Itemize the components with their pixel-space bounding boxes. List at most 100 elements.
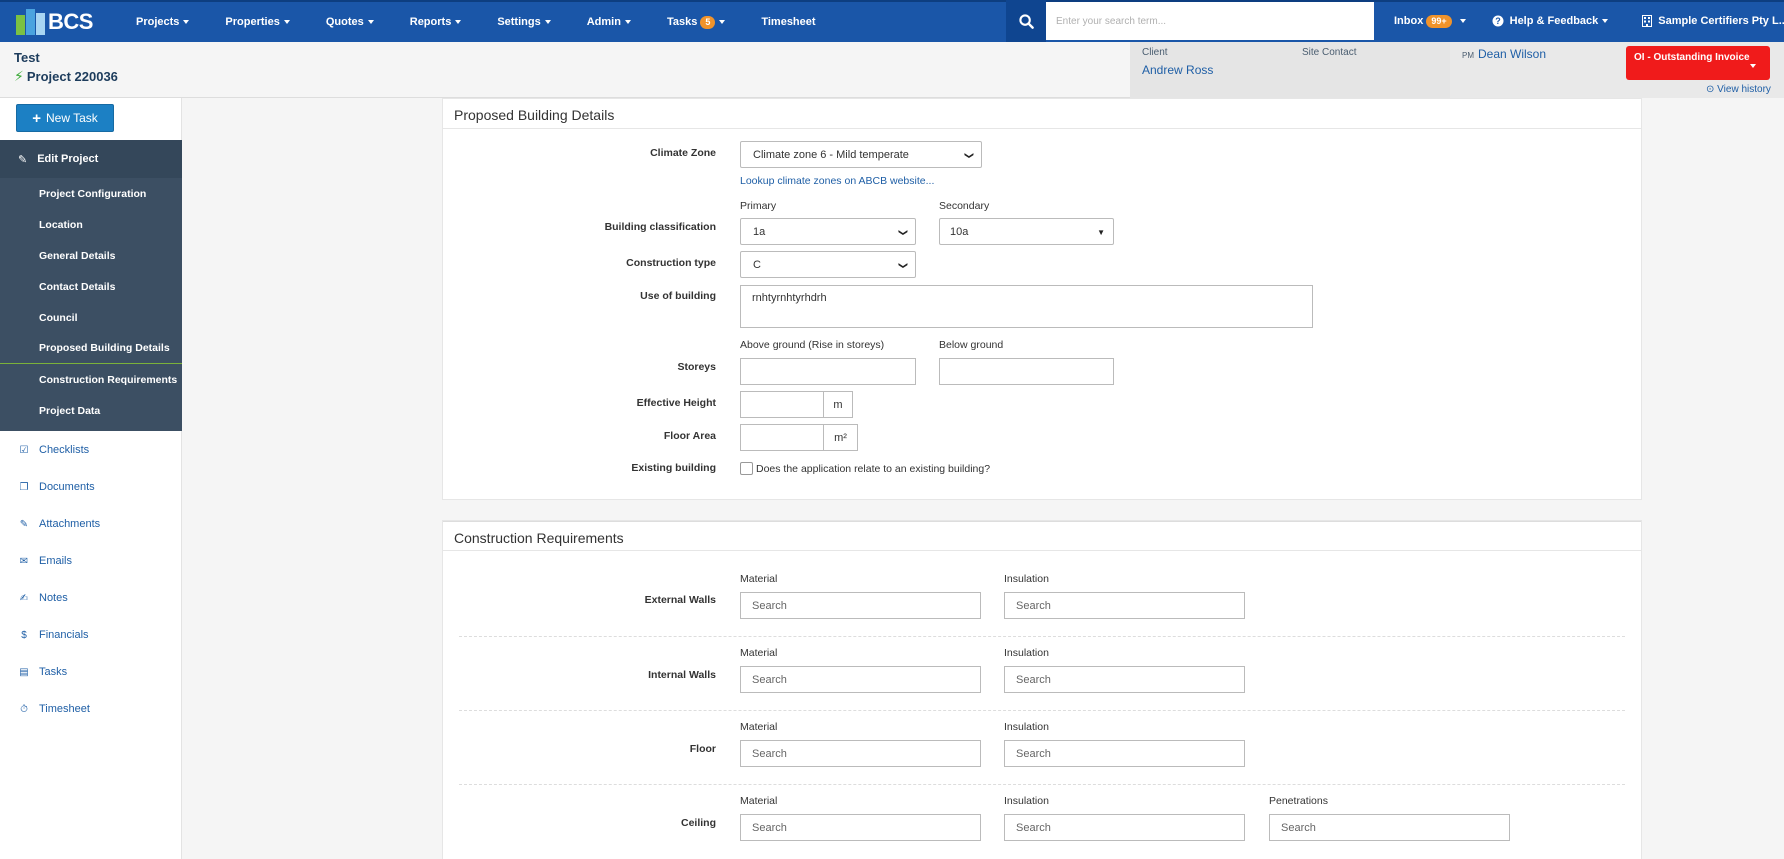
height-unit-addon: m <box>824 391 853 418</box>
nav-timesheet[interactable]: Timesheet <box>743 1 833 43</box>
global-search-input[interactable] <box>1046 2 1374 40</box>
sidebar-item-project-configuration[interactable]: Project Configuration <box>0 178 182 209</box>
sidebar-item-location[interactable]: Location <box>0 209 182 240</box>
documents-icon: ❐ <box>19 481 29 493</box>
storeys-below-input[interactable] <box>939 358 1114 385</box>
chevron-down-icon <box>183 20 190 24</box>
sidebar-item-project-data[interactable]: Project Data <box>0 395 182 426</box>
svg-text:?: ? <box>1495 16 1501 26</box>
contacts-panel: Client Andrew Ross Site Contact <box>1130 42 1450 98</box>
sidebar-link-emails[interactable]: ✉ Emails <box>18 555 72 567</box>
sidebar-link-tasks[interactable]: ▤ Tasks <box>18 666 67 678</box>
floor-area-label: Floor Area <box>663 430 716 442</box>
secondary-classification-select[interactable]: 10a ▼ <box>939 218 1114 245</box>
floor-insulation-search[interactable] <box>1004 740 1245 767</box>
chevron-down-icon <box>624 20 631 24</box>
stopwatch-icon: ⏱ <box>20 703 28 715</box>
sidebar-link-attachments[interactable]: ✎ Attachments <box>18 518 100 530</box>
nav-quotes[interactable]: Quotes <box>308 1 392 43</box>
chevron-down-icon <box>367 20 374 24</box>
external-walls-insulation-search[interactable] <box>1004 592 1245 619</box>
nav-settings[interactable]: Settings <box>479 1 568 43</box>
nav-reports[interactable]: Reports <box>392 1 480 43</box>
project-number: ⚡ Project 220036 <box>14 68 118 84</box>
insulation-label: Insulation <box>1004 795 1049 807</box>
sidebar-item-proposed-building-details[interactable]: Proposed Building Details <box>0 333 182 364</box>
primary-classification-select[interactable]: 1a ❯ <box>740 218 916 245</box>
existing-building-checkbox[interactable] <box>740 462 753 475</box>
climate-zone-label: Climate Zone <box>650 147 716 159</box>
material-label: Material <box>740 573 778 585</box>
external-walls-material-search[interactable] <box>740 592 981 619</box>
building-icon <box>1642 15 1653 27</box>
tasks-icon: ▤ <box>19 666 29 678</box>
sidebar-item-construction-requirements[interactable]: Construction Requirements <box>0 364 182 395</box>
project-header: Test ⚡ Project 220036 Client Andrew Ross … <box>0 42 1784 98</box>
dollar-icon: $ <box>21 629 27 641</box>
secondary-label: Secondary <box>939 200 990 212</box>
ceiling-penetrations-search[interactable] <box>1269 814 1510 841</box>
nav-admin[interactable]: Admin <box>569 1 649 43</box>
sidebar-item-general-details[interactable]: General Details <box>0 240 182 271</box>
status-dropdown-button[interactable]: OI - Outstanding Invoice <box>1626 46 1770 80</box>
nav-projects[interactable]: Projects <box>118 1 207 43</box>
pm-label: PM <box>1462 51 1474 60</box>
construction-requirements-card: Construction Requirements Material Insul… <box>442 520 1642 859</box>
sidebar-item-contact-details[interactable]: Contact Details <box>0 271 182 302</box>
view-history-link[interactable]: ⊙ View history <box>1706 84 1771 95</box>
effective-height-input[interactable] <box>740 391 824 418</box>
internal-walls-insulation-search[interactable] <box>1004 666 1245 693</box>
client-link[interactable]: Andrew Ross <box>1142 63 1213 77</box>
row-divider <box>459 784 1625 785</box>
floor-material-search[interactable] <box>740 740 981 767</box>
sidebar-link-documents[interactable]: ❐ Documents <box>18 481 95 493</box>
chevron-down-icon <box>455 20 462 24</box>
paperclip-icon: ✎ <box>19 518 29 530</box>
pencil-icon: ✎ <box>18 153 28 166</box>
internal-walls-material-search[interactable] <box>740 666 981 693</box>
sidebar-link-timesheet[interactable]: ⏱ Timesheet <box>18 703 90 715</box>
edit-project-item[interactable]: ✎ Edit Project <box>0 140 182 178</box>
nav-help-feedback[interactable]: ? Help & Feedback <box>1480 0 1623 42</box>
nav-properties[interactable]: Properties <box>207 1 307 43</box>
bolt-icon: ⚡ <box>14 68 24 84</box>
floor-area-unit-addon: m² <box>824 424 858 451</box>
climate-zone-select[interactable]: Climate zone 6 - Mild temperate ❯ <box>740 141 982 168</box>
sidebar-link-notes[interactable]: ✍ Notes <box>18 592 68 604</box>
lookup-climate-zones-link[interactable]: Lookup climate zones on ABCB website... <box>740 175 934 187</box>
use-of-building-textarea[interactable]: rnhtyrnhtyrhdrh <box>740 285 1313 328</box>
insulation-label: Insulation <box>1004 647 1049 659</box>
client-label: Client <box>1142 47 1168 58</box>
sidebar-link-financials[interactable]: $ Financials <box>18 629 88 641</box>
existing-building-question: Does the application relate to an existi… <box>756 463 991 475</box>
pm-link[interactable]: Dean Wilson <box>1478 47 1546 61</box>
external-walls-label: External Walls <box>644 594 716 606</box>
new-task-button[interactable]: + New Task <box>16 104 114 132</box>
sidebar-item-council[interactable]: Council <box>0 302 182 333</box>
insulation-label: Insulation <box>1004 721 1049 733</box>
search-button[interactable] <box>1006 0 1046 42</box>
plus-icon: + <box>32 109 41 127</box>
logo[interactable]: BCS <box>0 1 118 43</box>
internal-walls-label: Internal Walls <box>648 669 716 681</box>
penetrations-label: Penetrations <box>1269 795 1328 807</box>
storeys-above-input[interactable] <box>740 358 916 385</box>
effective-height-label: Effective Height <box>636 397 716 409</box>
ceiling-insulation-search[interactable] <box>1004 814 1245 841</box>
ceiling-material-search[interactable] <box>740 814 981 841</box>
material-label: Material <box>740 721 778 733</box>
question-circle-icon: ? <box>1492 15 1504 27</box>
building-classification-label: Building classification <box>604 221 716 233</box>
use-of-building-label: Use of building <box>640 290 716 302</box>
nav-company[interactable]: Sample Certifiers Pty L... <box>1622 0 1784 42</box>
floor-area-input[interactable] <box>740 424 824 451</box>
above-ground-label: Above ground (Rise in storeys) <box>740 339 885 351</box>
project-name: Test <box>14 50 40 65</box>
sidebar-link-checklists[interactable]: ☑ Checklists <box>18 444 90 456</box>
insulation-label: Insulation <box>1004 573 1049 585</box>
nav-inbox[interactable]: Inbox 99+ <box>1380 0 1480 42</box>
nav-tasks[interactable]: Tasks 5 <box>649 1 743 43</box>
search-icon <box>1018 13 1034 29</box>
construction-type-select[interactable]: C ❯ <box>740 251 916 278</box>
checklist-icon: ☑ <box>19 444 29 456</box>
